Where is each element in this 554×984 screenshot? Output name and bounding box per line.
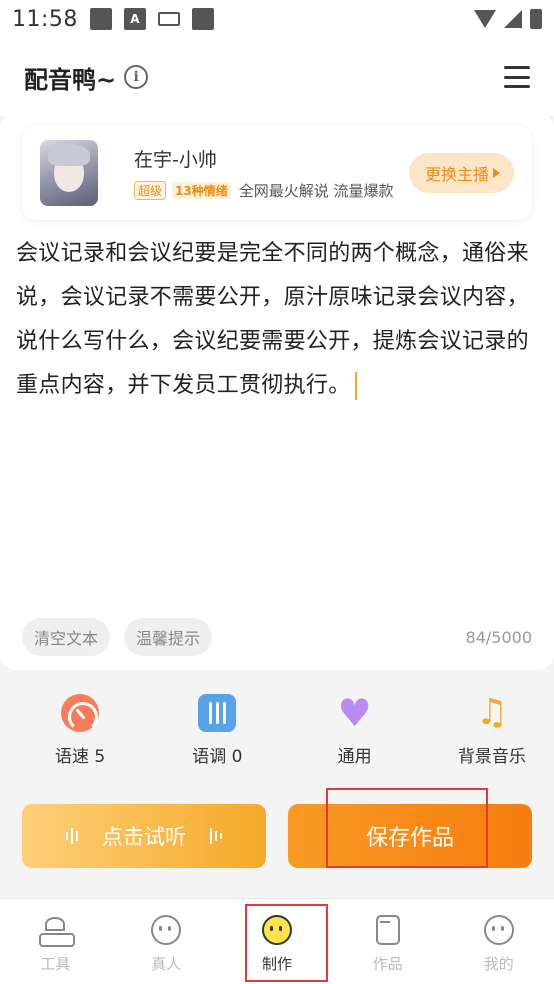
- tone-setting[interactable]: 语调 0: [155, 694, 279, 774]
- keyboard-icon: [157, 12, 180, 26]
- sound-wave-icon: [66, 828, 78, 844]
- emotion-label: 通用: [337, 747, 372, 767]
- app-header: 配音鸭~ i: [0, 38, 554, 116]
- tab-human-label: 真人: [151, 955, 182, 973]
- switch-voice-button[interactable]: 更换主播: [408, 153, 514, 193]
- tab-tools-label: 工具: [40, 955, 71, 973]
- switch-voice-label: 更换主播: [424, 165, 489, 184]
- script-text: 会议记录和会议纪要是完全不同的两个概念，通俗来说，会议记录不需要公开，原汁原味记…: [16, 241, 529, 398]
- annotation-highlight-save: [326, 788, 488, 868]
- tips-button[interactable]: 温馨提示: [124, 618, 213, 656]
- speed-setting[interactable]: 语速 5: [18, 694, 142, 774]
- voice-tags: 超级 13种情绪 全网最火解说 流量爆款: [134, 180, 394, 201]
- a-icon: A: [123, 8, 146, 30]
- emotion-setting[interactable]: ♥ 通用: [293, 694, 417, 774]
- voice-level-badge: 超级: [134, 181, 167, 200]
- status-bar: 11:58 A: [0, 0, 554, 38]
- wifi-icon: [474, 10, 496, 28]
- voice-settings: 语速 5 语调 0 ♥ 通用 ♫ 背景音乐: [0, 694, 554, 774]
- tab-tools[interactable]: 工具: [0, 899, 111, 984]
- text-caret: [354, 372, 357, 400]
- music-setting[interactable]: ♫ 背景音乐: [430, 694, 554, 774]
- tab-human[interactable]: 真人: [111, 899, 222, 984]
- tab-mine[interactable]: 我的: [443, 899, 554, 984]
- menu-icon[interactable]: [504, 66, 530, 88]
- music-note-icon: ♫: [475, 692, 509, 733]
- notification-icon: [89, 8, 112, 30]
- sliders-icon: [198, 694, 237, 732]
- profile-face-icon: [483, 915, 514, 945]
- script-textarea[interactable]: 会议记录和会议纪要是完全不同的两个概念，通俗来说，会议记录不需要公开，原汁原味记…: [16, 232, 540, 408]
- music-label: 背景音乐: [457, 747, 526, 767]
- clear-text-button[interactable]: 清空文本: [22, 618, 111, 656]
- voice-emotion-badge: 13种情绪: [172, 182, 231, 199]
- char-counter: 84/5000: [465, 627, 532, 647]
- tools-icon: [39, 917, 76, 947]
- voice-avatar: [40, 140, 98, 206]
- square-icon: [191, 8, 214, 30]
- speedometer-icon: [61, 694, 100, 732]
- works-icon: [375, 915, 400, 945]
- voice-name: 在宇-小帅: [134, 149, 217, 171]
- heart-icon: ♥: [337, 691, 372, 735]
- info-icon[interactable]: i: [124, 65, 149, 89]
- signal-icon: [504, 10, 522, 28]
- voice-info: 在宇-小帅 超级 13种情绪 全网最火解说 流量爆款: [134, 145, 394, 201]
- annotation-highlight-make-tab: [245, 904, 328, 982]
- tone-label: 语调 0: [192, 747, 243, 767]
- editor-footer: 清空文本 温馨提示 84/5000: [22, 618, 532, 656]
- voice-description: 全网最火解说 流量爆款: [238, 182, 394, 200]
- headset-face-icon: [151, 915, 182, 945]
- tab-mine-label: 我的: [483, 955, 514, 973]
- preview-listen-label: 点击试听: [102, 825, 186, 849]
- speed-label: 语速 5: [55, 747, 106, 767]
- sound-wave-icon: [210, 828, 222, 844]
- tab-works[interactable]: 作品: [332, 899, 443, 984]
- status-time: 11:58: [12, 6, 78, 32]
- voice-card[interactable]: 在宇-小帅 超级 13种情绪 全网最火解说 流量爆款 更换主播: [22, 126, 532, 220]
- play-arrow-icon: [493, 168, 500, 178]
- tab-works-label: 作品: [372, 955, 403, 973]
- app-title: 配音鸭~: [24, 65, 117, 94]
- battery-icon: [530, 9, 542, 29]
- preview-listen-button[interactable]: 点击试听: [22, 804, 266, 868]
- editor-card: 在宇-小帅 超级 13种情绪 全网最火解说 流量爆款 更换主播 会议记录和会议纪…: [0, 112, 554, 670]
